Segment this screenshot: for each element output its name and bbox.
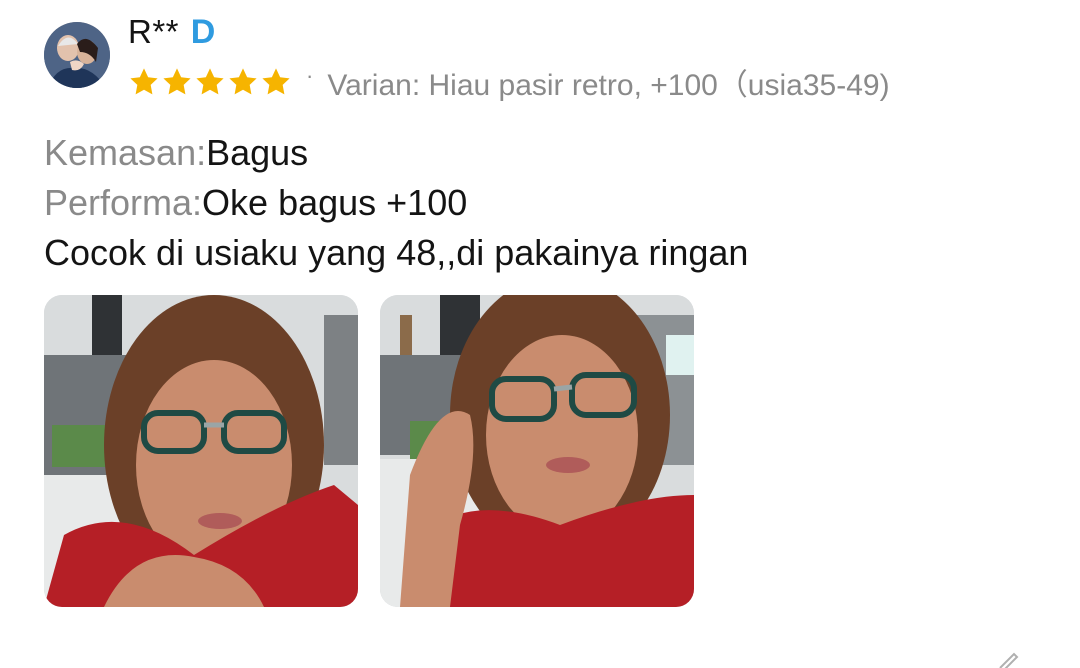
edit-pencil-icon[interactable] [996, 650, 1020, 668]
user-avatar[interactable] [44, 22, 110, 88]
packaging-value: Bagus [206, 132, 309, 173]
review-photo-2[interactable] [380, 295, 694, 607]
variant-text: Varian: Hiau pasir retro, +100（usia35-49… [327, 69, 890, 102]
review-line-performance: Performa:Oke bagus +100 [44, 178, 748, 228]
review-photo-1[interactable] [44, 295, 358, 607]
performance-label: Performa: [44, 182, 203, 223]
review-body: Kemasan:Bagus Performa:Oke bagus +100 Co… [44, 128, 748, 278]
packaging-label: Kemasan: [44, 132, 207, 173]
rating-row: · Varian: Hiau pasir retro, +100（usia35-… [128, 62, 890, 102]
review-line-comment: Cocok di usiaku yang 48,,di pakainya rin… [44, 228, 748, 278]
review-card: R** D · Varian: Hiau pasir retro, +100（u… [0, 0, 1080, 668]
star-icon [163, 68, 191, 95]
performance-value: Oke bagus +100 [202, 182, 468, 223]
star-icon [262, 68, 290, 95]
star-rating [128, 66, 292, 98]
username-row: R** D [128, 12, 219, 52]
review-line-packaging: Kemasan:Bagus [44, 128, 748, 178]
star-icon [196, 68, 224, 95]
review-photos [44, 295, 694, 607]
comment-text: Cocok di usiaku yang 48,,di pakainya rin… [44, 232, 749, 273]
membership-badge-icon: D [190, 12, 216, 51]
star-icon [130, 68, 158, 95]
username[interactable]: R** [128, 13, 179, 51]
star-icon [229, 68, 257, 95]
separator-dot: · [306, 63, 314, 88]
